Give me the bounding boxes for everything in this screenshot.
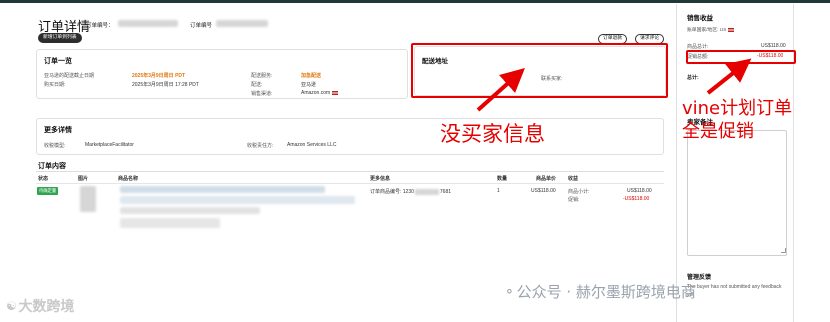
watermark-left: ☯ 大数跨境: [6, 299, 75, 315]
watermark-right: ⚬ 公众号 · 赫尔墨斯跨境电商: [504, 283, 696, 301]
wechat-icon: ⚬: [504, 283, 515, 299]
watermark-logo-icon: ☯: [6, 299, 17, 313]
arrow-to-promo: [706, 58, 752, 95]
annotation-arrows: [476, 58, 752, 112]
arrow-to-address: [476, 67, 525, 112]
